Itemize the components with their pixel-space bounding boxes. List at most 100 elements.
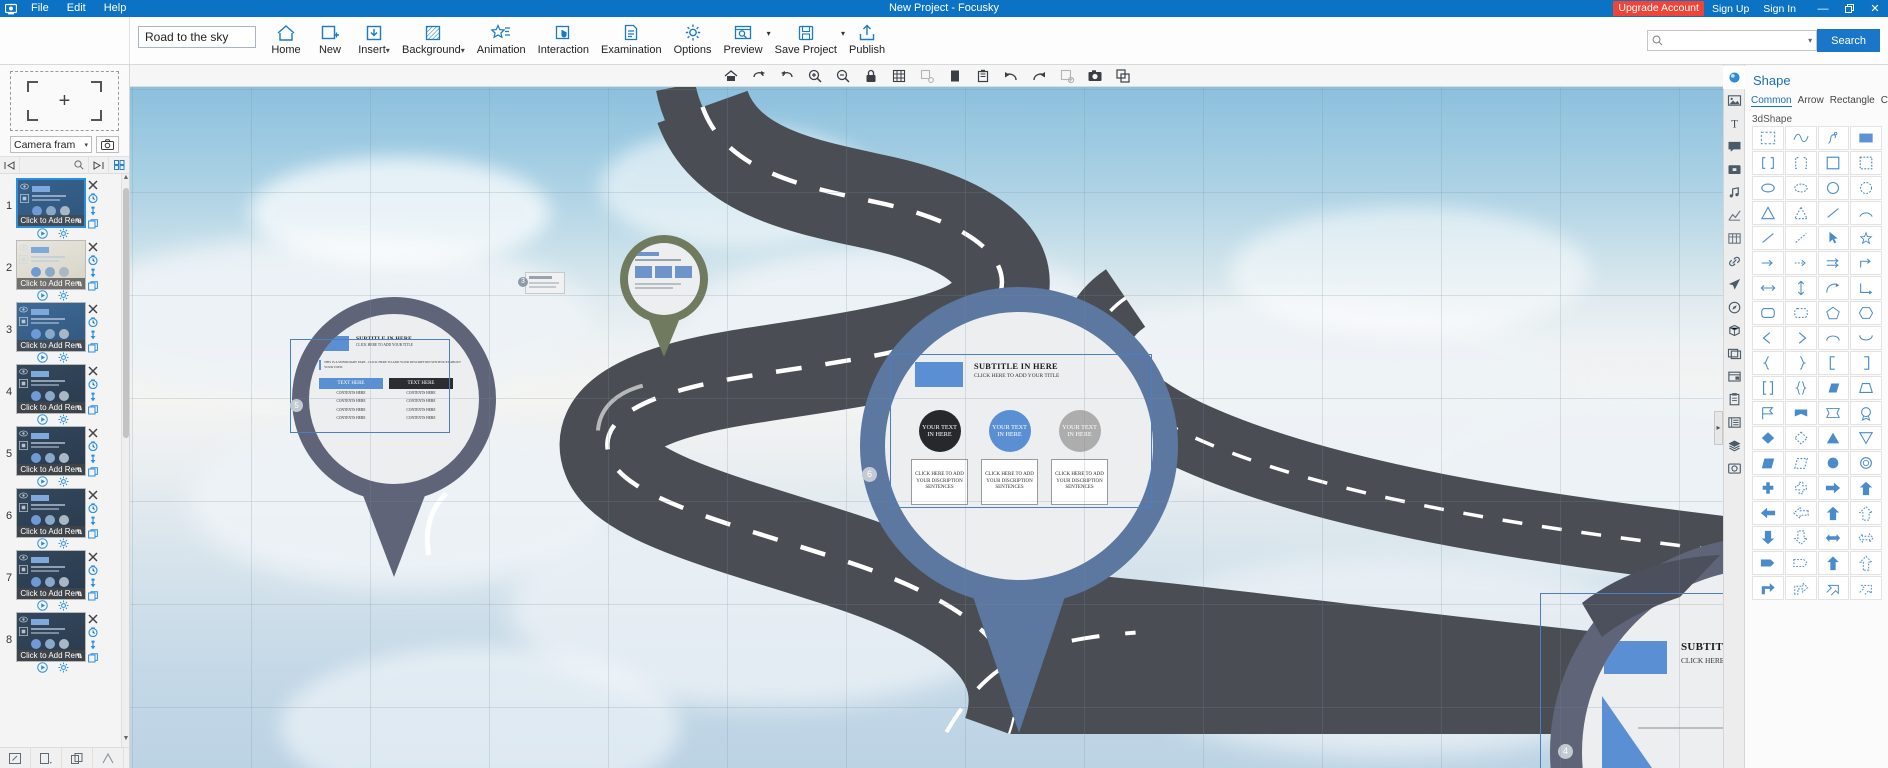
- slide-thumbnail[interactable]: Click to Add Rem ✎: [16, 488, 86, 538]
- ribbon-insert-button[interactable]: Insert▾: [352, 17, 396, 56]
- pin-icon[interactable]: [88, 516, 98, 526]
- pin-icon[interactable]: [88, 454, 98, 464]
- selection-box-right[interactable]: [1540, 593, 1723, 768]
- rail-compass[interactable]: [1723, 296, 1745, 319]
- slide-caption[interactable]: Click to Add Rem: [17, 588, 85, 599]
- edit-pencil-icon[interactable]: ✎: [76, 404, 83, 413]
- shape-arrow-fat-left-icon[interactable]: [1752, 501, 1784, 525]
- slide-thumbnail-item[interactable]: 5 Click to Add Rem ✎: [0, 422, 121, 487]
- canvas[interactable]: 3 SUBTITLE IN HERE CLICK HERE TO ADD YOU…: [130, 87, 1723, 768]
- duplicate-icon[interactable]: [88, 405, 98, 415]
- screenshot-icon[interactable]: [1082, 66, 1108, 86]
- shape-chevron-left-icon[interactable]: [1752, 326, 1784, 350]
- edit-pencil-icon[interactable]: ✎: [76, 466, 83, 475]
- rail-chart[interactable]: [1723, 204, 1745, 227]
- slide-frame-icon[interactable]: [19, 627, 28, 636]
- timer-icon[interactable]: [88, 503, 98, 513]
- minimize-icon[interactable]: —: [1810, 0, 1836, 17]
- shape-circle-outline-icon[interactable]: [1817, 451, 1850, 475]
- shape-hexagon-icon[interactable]: [1850, 301, 1882, 325]
- close-icon[interactable]: [88, 242, 98, 252]
- scroll-down-arrow[interactable]: ▼: [122, 735, 129, 747]
- shape-triangle-icon[interactable]: [1752, 201, 1784, 225]
- slide-thumbnail-item[interactable]: 3 Click to Add Rem ✎: [0, 298, 121, 363]
- rail-plane[interactable]: [1723, 273, 1745, 296]
- shape-ring-icon[interactable]: [1850, 451, 1882, 475]
- timer-icon[interactable]: [88, 627, 98, 637]
- slide-thumbnail-item[interactable]: 1 Click to Add Rem ✎: [0, 174, 121, 239]
- upgrade-account-button[interactable]: Upgrade Account: [1613, 1, 1704, 16]
- slide-frame-icon[interactable]: [19, 379, 28, 388]
- shape-dashed-square-icon[interactable]: [1850, 151, 1882, 175]
- search-box[interactable]: ▾: [1647, 30, 1818, 51]
- timer-icon[interactable]: [88, 379, 98, 389]
- slide-caption[interactable]: Click to Add Rem: [17, 526, 85, 537]
- timer-icon[interactable]: [88, 255, 98, 265]
- duplicate-icon[interactable]: [88, 591, 98, 601]
- rail-video[interactable]: [1723, 158, 1745, 181]
- shape-cursor-arrow-icon[interactable]: [1817, 226, 1850, 250]
- canvas-panel-expand-handle[interactable]: ▸: [1714, 410, 1723, 445]
- frame-order-icon[interactable]: [62, 747, 93, 768]
- shape-arrow-zig-icon[interactable]: [1817, 576, 1850, 600]
- slide-visibility-icon[interactable]: [20, 182, 29, 191]
- plus-icon[interactable]: +: [59, 91, 71, 111]
- shape-brackets-icon[interactable]: [1752, 151, 1784, 175]
- chevron-down-icon[interactable]: ▾: [84, 141, 88, 149]
- shape-arrow-fat-right-icon[interactable]: [1817, 476, 1850, 500]
- settings-gear-icon[interactable]: [58, 662, 69, 673]
- shape-rounded-dashed-icon[interactable]: [1784, 301, 1817, 325]
- duplicate-icon[interactable]: [88, 653, 98, 663]
- first-frame-icon[interactable]: [0, 156, 20, 174]
- slide-thumbnail[interactable]: Click to Add Rem ✎: [16, 550, 86, 600]
- rail-layers[interactable]: [1723, 434, 1745, 457]
- timer-icon[interactable]: [88, 565, 98, 575]
- close-icon[interactable]: [88, 552, 98, 562]
- menu-file[interactable]: File: [22, 0, 58, 17]
- duplicate-icon[interactable]: [88, 467, 98, 477]
- rail-list[interactable]: [1723, 411, 1745, 434]
- shape-star-small-icon[interactable]: [1850, 226, 1882, 250]
- shape-arrow-corner2-icon[interactable]: [1752, 576, 1784, 600]
- shape-bracket-down-icon[interactable]: [1850, 326, 1882, 350]
- zoom-out-icon[interactable]: [830, 66, 856, 86]
- search-button[interactable]: Search: [1817, 29, 1880, 52]
- camera-icon[interactable]: [96, 136, 119, 153]
- shape-dashed-trapezoid-icon[interactable]: [1784, 451, 1817, 475]
- pin-icon[interactable]: [88, 206, 98, 216]
- rail-music[interactable]: [1723, 181, 1745, 204]
- shape-triangle-up-icon[interactable]: [1817, 426, 1850, 450]
- shape-chevron-right-icon[interactable]: [1784, 326, 1817, 350]
- ribbon-interaction-button[interactable]: Interaction: [532, 17, 595, 56]
- shape-scribble-icon[interactable]: [1817, 126, 1850, 150]
- shape-marquee-dashed-icon[interactable]: [1752, 126, 1784, 150]
- slide-thumbnail-item[interactable]: 8 Click to Add Rem ✎: [0, 608, 121, 673]
- snap-icon[interactable]: [914, 66, 940, 86]
- shape-arrow-right-icon[interactable]: [1752, 251, 1784, 275]
- slide-frame-icon[interactable]: [19, 255, 28, 264]
- shape-grid[interactable]: [1745, 126, 1888, 768]
- shape-category-arrow[interactable]: Arrow: [1798, 95, 1824, 106]
- slide-thumbnail[interactable]: Click to Add Rem ✎: [16, 240, 86, 290]
- shape-arrow-tag-dashed-icon[interactable]: [1784, 551, 1817, 575]
- edit-pencil-icon[interactable]: ✎: [76, 528, 83, 537]
- ribbon-save-project-button[interactable]: Save Project ▾: [769, 17, 845, 56]
- shape-dashed-circle-icon[interactable]: [1850, 176, 1882, 200]
- duplicate-icon[interactable]: [88, 219, 98, 229]
- rail-image[interactable]: [1723, 89, 1745, 112]
- timer-icon[interactable]: [88, 193, 98, 203]
- shape-arrow-bidirectional-icon[interactable]: [1817, 526, 1850, 550]
- pin-marker-left[interactable]: SUBTITLE IN HERE CLICK HERE TO ADD YOUR …: [290, 297, 496, 577]
- shape-triangle-down-icon[interactable]: [1850, 426, 1882, 450]
- slide-frame-icon[interactable]: [19, 441, 28, 450]
- slide-thumbnail-item[interactable]: 4 Click to Add Rem ✎: [0, 360, 121, 425]
- slide-thumbnail-item[interactable]: 2 Click to Add Rem ✎: [0, 236, 121, 301]
- shape-arc-icon[interactable]: [1850, 201, 1882, 225]
- shape-arrow-fat-down-icon[interactable]: [1752, 526, 1784, 550]
- slide-caption[interactable]: Click to Add Rem: [17, 278, 85, 289]
- rotate-right-icon[interactable]: [774, 66, 800, 86]
- slide-thumbnail[interactable]: Click to Add Rem ✎: [16, 178, 86, 228]
- slide-frame-icon[interactable]: [19, 565, 28, 574]
- scroll-up-arrow[interactable]: ▲: [122, 174, 129, 186]
- shape-bracket-close-icon[interactable]: [1850, 351, 1882, 375]
